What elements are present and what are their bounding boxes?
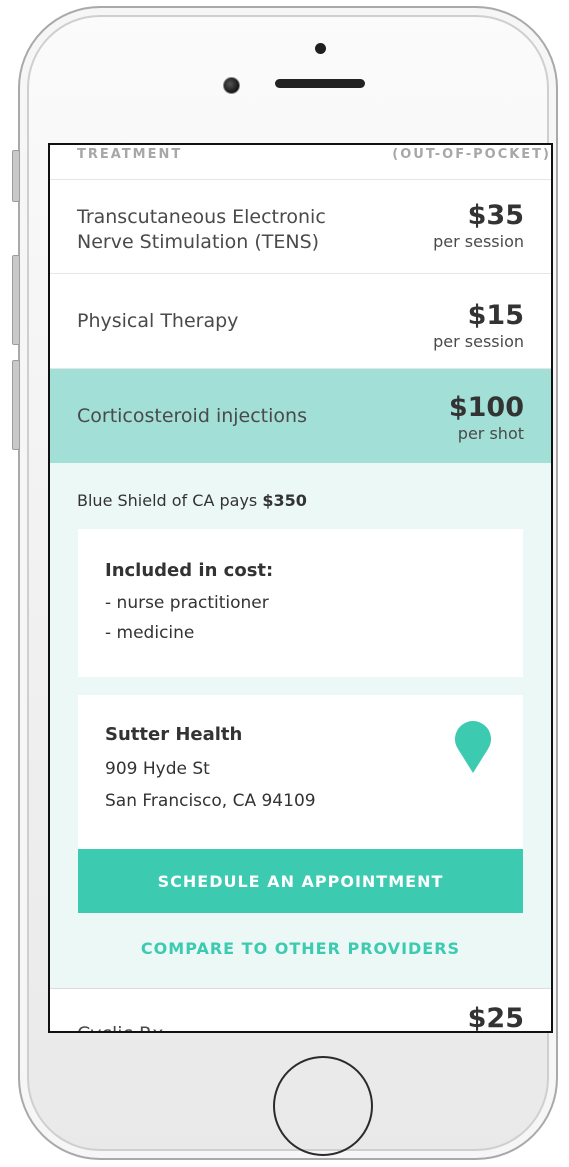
included-title: Included in cost:: [105, 560, 274, 581]
treatment-name: Corticosteroid injections: [77, 405, 307, 427]
price-amount: $15: [467, 300, 524, 331]
insurer-amount: $350: [262, 491, 307, 510]
cost-column-label: (OUT-OF-POCKET): [392, 147, 551, 162]
treatment-name: Physical Therapy: [77, 310, 239, 332]
price-unit: per session: [433, 332, 524, 351]
treatment-name-line2: Nerve Stimulation (TENS): [77, 231, 320, 253]
price-unit: per shot: [457, 424, 524, 443]
included-item: - medicine: [105, 623, 195, 643]
volume-down-button: [12, 360, 20, 450]
price-unit: per session: [433, 232, 524, 251]
treatment-name: Transcutaneous Electronic Nerve Stimulat…: [77, 205, 326, 255]
treatment-row-tens[interactable]: Transcutaneous Electronic Nerve Stimulat…: [50, 180, 551, 274]
camera-icon: [223, 77, 240, 94]
compare-providers-link[interactable]: COMPARE TO OTHER PROVIDERS: [50, 939, 551, 958]
treatment-price: $15 per session: [433, 300, 524, 352]
treatment-column-label: TREATMENT: [77, 147, 183, 162]
insurer-text: Blue Shield of CA pays: [77, 491, 263, 510]
table-header: TREATMENT (OUT-OF-POCKET): [50, 145, 551, 180]
home-button[interactable]: [273, 1056, 373, 1156]
mute-switch: [12, 150, 20, 202]
map-pin-icon[interactable]: [453, 717, 493, 773]
treatment-row-physical-therapy[interactable]: Physical Therapy $15 per session: [50, 274, 551, 369]
sensor-dot: [315, 43, 326, 54]
treatment-name: Cyclic Rx: [77, 1022, 163, 1031]
insurer-coverage: Blue Shield of CA pays $350: [77, 491, 307, 510]
schedule-appointment-button[interactable]: SCHEDULE AN APPOINTMENT: [78, 849, 523, 913]
provider-address-line2: San Francisco, CA 94109: [105, 791, 316, 811]
treatment-name-line1: Transcutaneous Electronic: [77, 206, 326, 228]
treatment-price: $25: [467, 1003, 524, 1033]
provider-name: Sutter Health: [105, 724, 243, 745]
price-amount: $100: [448, 392, 524, 423]
treatment-row-partial[interactable]: Cyclic Rx $25: [50, 988, 551, 1033]
treatment-row-corticosteroid-selected[interactable]: Corticosteroid injections $100 per shot: [50, 369, 551, 463]
included-item: - nurse practitioner: [105, 593, 269, 613]
price-amount: $25: [467, 1003, 524, 1033]
treatment-price: $35 per session: [433, 200, 524, 252]
treatment-price: $100 per shot: [449, 392, 524, 444]
volume-up-button: [12, 255, 20, 345]
provider-address-line1: 909 Hyde St: [105, 759, 210, 779]
provider-card[interactable]: Sutter Health 909 Hyde St San Francisco,…: [78, 695, 523, 863]
included-cost-card: Included in cost: - nurse practitioner -…: [78, 529, 523, 677]
price-amount: $35: [467, 200, 524, 231]
speaker-grille: [275, 79, 365, 88]
treatment-details-panel: Blue Shield of CA pays $350 Included in …: [50, 463, 551, 988]
app-screen: TREATMENT (OUT-OF-POCKET) Transcutaneous…: [48, 143, 553, 1033]
